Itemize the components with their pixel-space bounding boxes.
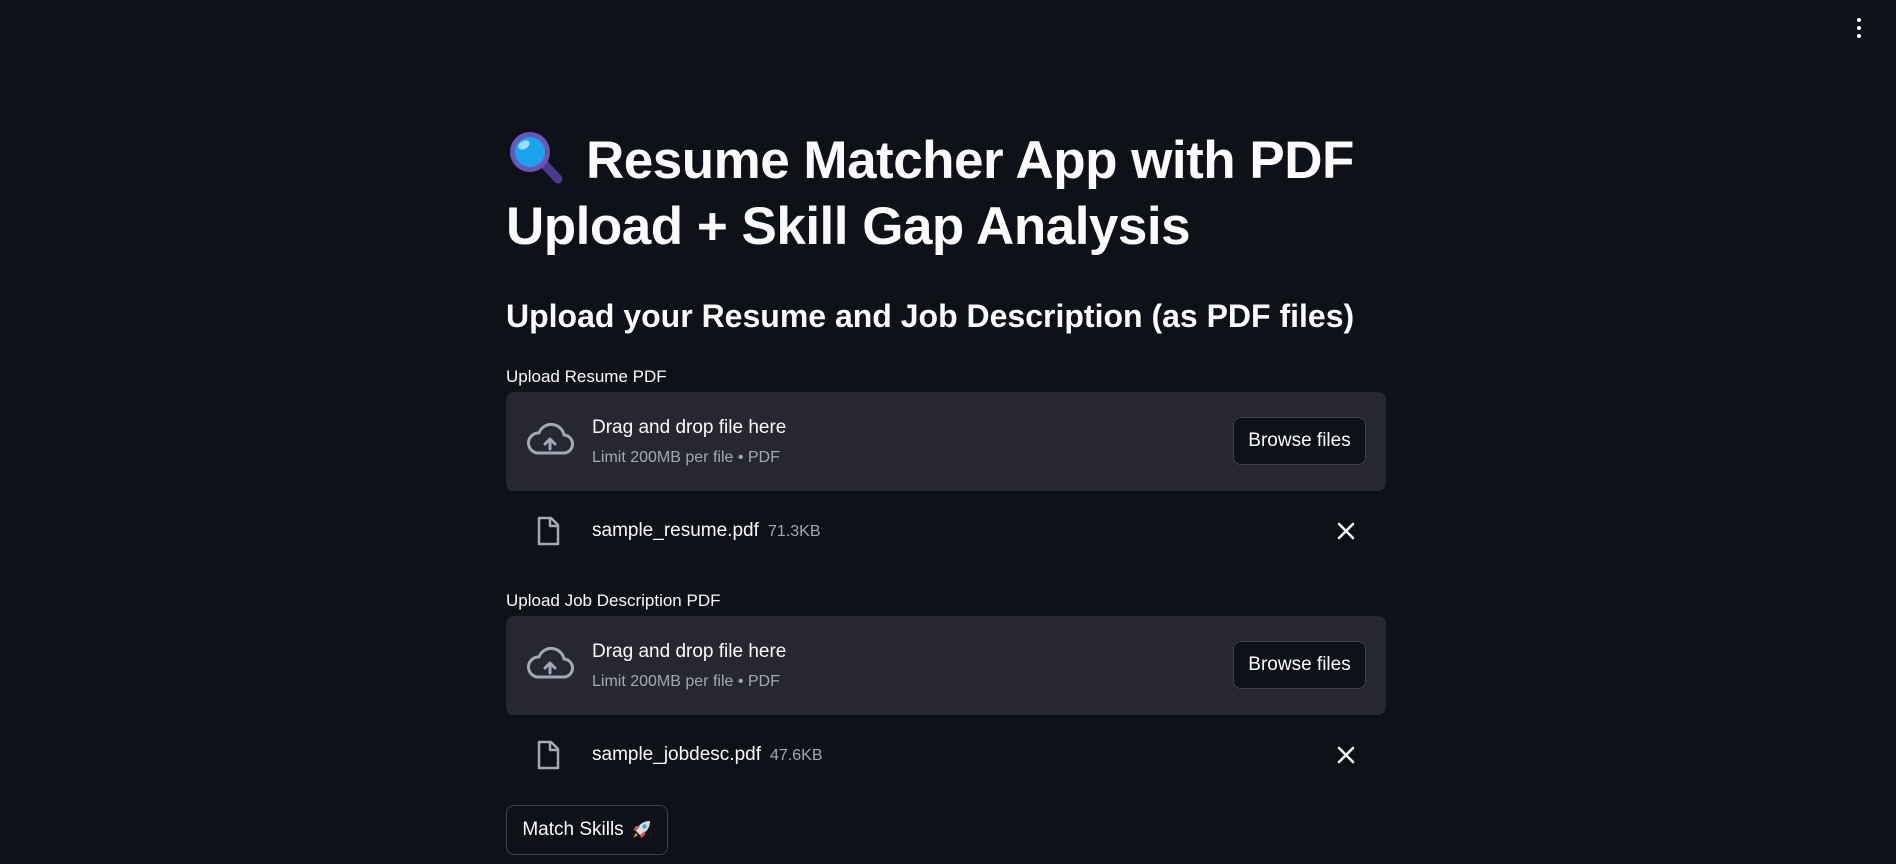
resume-file-row: sample_resume.pdf 71.3KB (506, 505, 1386, 555)
resume-browse-button[interactable]: Browse files (1233, 417, 1366, 465)
resume-limit-text: Limit 200MB per file • PDF (592, 449, 780, 466)
upload-subheading: Upload your Resume and Job Description (… (506, 298, 1355, 334)
cloud-upload-icon (527, 422, 574, 455)
jobdesc-dropzone[interactable]: Drag and drop file here Limit 200MB per … (506, 616, 1386, 715)
file-icon (537, 740, 560, 770)
kebab-vertical-icon (1857, 18, 1861, 38)
magnifying-glass-icon (510, 132, 563, 184)
page-title: Resume Matcher App with PDF Upload + Ski… (506, 128, 1386, 260)
resume-drop-text: Drag and drop file here (592, 417, 787, 438)
jobdesc-remove-file-button[interactable] (1334, 743, 1358, 767)
jobdesc-drop-text: Drag and drop file here (592, 641, 787, 662)
page-title-text: Resume Matcher App with PDF Upload + Ski… (506, 131, 1354, 256)
resume-upload-label: Upload Resume PDF (506, 367, 667, 386)
resume-file-name: sample_resume.pdf (592, 520, 759, 541)
match-skills-label: Match Skills (522, 819, 624, 840)
jobdesc-upload-label: Upload Job Description PDF (506, 591, 721, 610)
rocket-icon (632, 821, 650, 838)
jobdesc-file-row: sample_jobdesc.pdf 47.6KB (506, 729, 1386, 779)
cloud-upload-icon (527, 646, 574, 679)
jobdesc-file-name: sample_jobdesc.pdf (592, 744, 761, 765)
match-skills-button[interactable]: Match Skills (506, 805, 668, 855)
resume-remove-file-button[interactable] (1334, 519, 1358, 543)
jobdesc-browse-button[interactable]: Browse files (1233, 641, 1366, 689)
file-icon (537, 516, 560, 546)
resume-dropzone[interactable]: Drag and drop file here Limit 200MB per … (506, 392, 1386, 491)
resume-file-size: 71.3KB (768, 523, 821, 540)
app-root: Resume Matcher App with PDF Upload + Ski… (0, 0, 1896, 864)
main-menu-button[interactable] (1842, 10, 1876, 46)
jobdesc-limit-text: Limit 200MB per file • PDF (592, 673, 780, 690)
jobdesc-file-size: 47.6KB (770, 747, 823, 764)
